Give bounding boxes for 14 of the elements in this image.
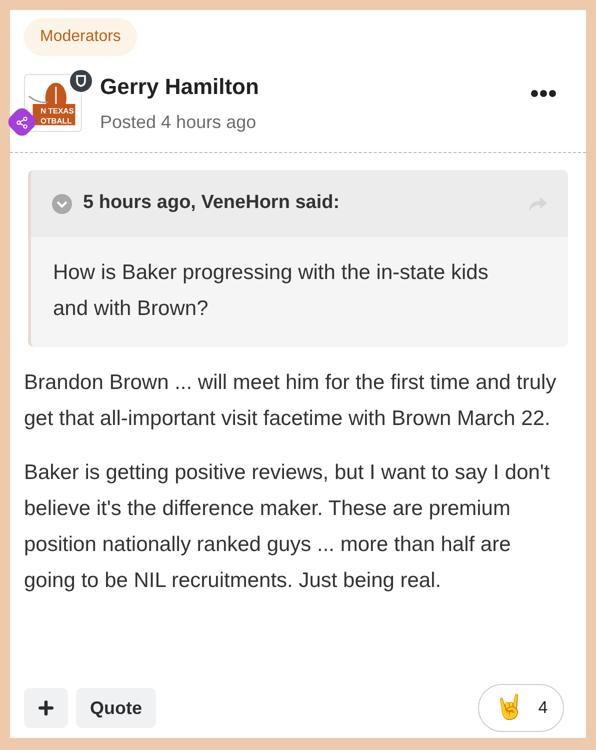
add-button[interactable]: [24, 688, 68, 728]
author-name[interactable]: Gerry Hamilton: [100, 70, 259, 103]
post-paragraph: Baker is getting positive reviews, but I want to say I don't believe it's the difference maker. These are premium position nationally ranked guys ... more than half are going to be NIL recruitments. Just being real.: [24, 460, 551, 594]
more-options-icon[interactable]: [531, 90, 556, 97]
reaction-emoji: 🤘: [494, 692, 524, 723]
group-badge: Moderators: [24, 18, 137, 56]
reaction-count: 4: [538, 697, 548, 720]
quote-text: How is Baker progressing with the in-state kids and with Brown?: [52, 260, 490, 322]
post-time: Posted 4 hours ago: [100, 111, 258, 134]
post-paragraph: Brandon Brown ... will meet him for the first time and truly get that all-important visit facetime with Brown March 22.: [24, 370, 558, 432]
reaction-button[interactable]: 🤘 4: [478, 684, 564, 732]
plus-icon: [36, 698, 56, 718]
quote-button[interactable]: Quote: [76, 688, 156, 728]
quote-attribution: 5 hours ago, VeneHorn said:: [83, 191, 340, 216]
